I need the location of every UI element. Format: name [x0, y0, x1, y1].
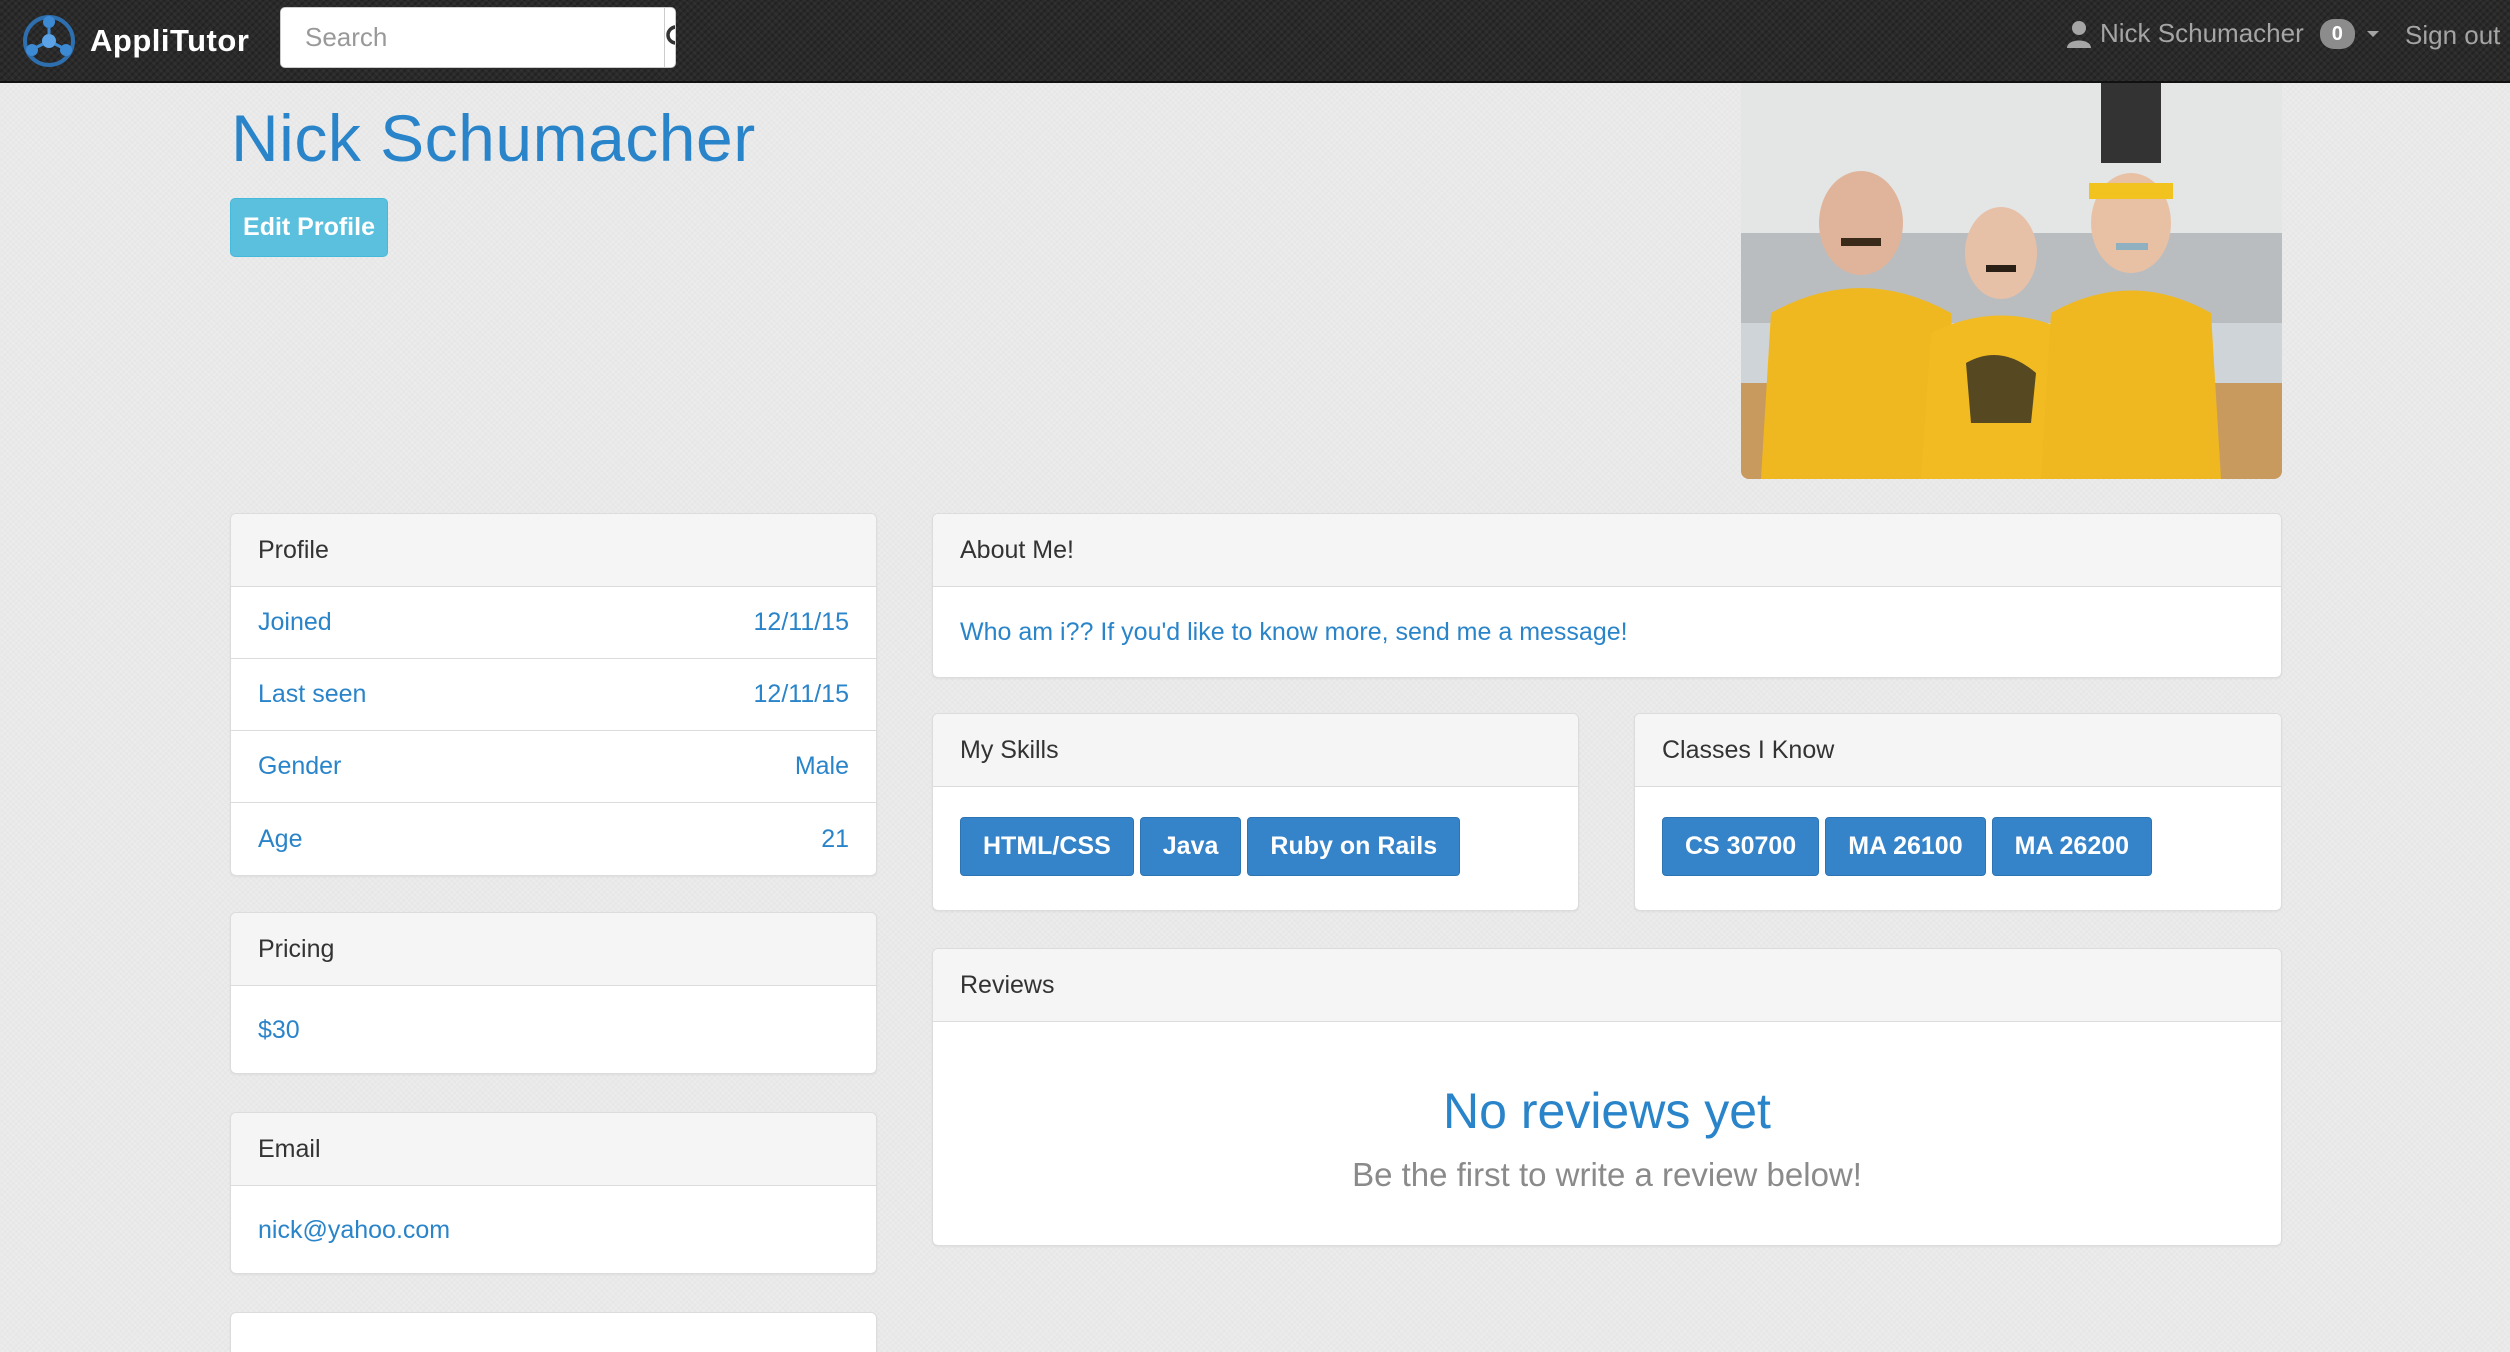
user-name: Nick Schumacher — [2100, 18, 2304, 48]
brand[interactable]: AppliTutor — [20, 12, 249, 70]
profile-row-joined: Joined 12/11/15 — [231, 587, 876, 659]
pricing-panel: Pricing $30 — [230, 912, 877, 1074]
profile-row-last-seen: Last seen 12/11/15 — [231, 659, 876, 731]
about-text: Who am i?? If you'd like to know more, s… — [960, 617, 1628, 646]
reviews-empty-subtitle: Be the first to write a review below! — [1352, 1156, 1862, 1193]
reviews-empty-state: No reviews yet Be the first to write a r… — [933, 1022, 2281, 1194]
chevron-down-icon — [2366, 30, 2379, 37]
row-label: Gender — [258, 752, 342, 780]
brand-name: AppliTutor — [90, 23, 250, 58]
pricing-panel-heading: Pricing — [231, 913, 876, 986]
profile-panel: Profile Joined 12/11/15 Last seen 12/11/… — [230, 513, 877, 876]
classes-panel: Classes I Know CS 30700 MA 26100 MA 2620… — [1634, 713, 2282, 911]
class-tag[interactable]: CS 30700 — [1662, 817, 1820, 876]
row-label: Age — [258, 824, 303, 853]
top-navbar: AppliTutor Nick Schumacher 0 Sign out — [0, 0, 2510, 83]
page-title: Nick Schumacher — [231, 101, 756, 175]
skill-tag[interactable]: Ruby on Rails — [1247, 817, 1461, 876]
search-form — [280, 7, 676, 68]
pricing-value: $30 — [258, 1015, 300, 1044]
about-panel: About Me! Who am i?? If you'd like to kn… — [932, 513, 2282, 678]
search-button[interactable] — [664, 8, 675, 67]
classes-list: CS 30700 MA 26100 MA 26200 — [1635, 787, 2281, 906]
profile-row-age: Age 21 — [231, 803, 876, 875]
skill-tag[interactable]: Java — [1139, 817, 1242, 876]
skills-panel: My Skills HTML/CSS Java Ruby on Rails — [932, 713, 1579, 911]
sign-out-link[interactable]: Sign out — [2405, 20, 2500, 51]
next-panel — [230, 1312, 877, 1352]
row-label: Joined — [258, 608, 332, 636]
classes-panel-heading: Classes I Know — [1635, 714, 2281, 787]
reviews-panel: Reviews No reviews yet Be the first to w… — [932, 948, 2282, 1246]
email-panel-heading: Email — [231, 1113, 876, 1186]
skill-tag[interactable]: HTML/CSS — [960, 817, 1134, 876]
row-value: 12/11/15 — [753, 608, 849, 636]
edit-profile-button[interactable]: Edit Profile — [230, 198, 388, 257]
class-tag[interactable]: MA 26100 — [1825, 817, 1986, 876]
skills-panel-heading: My Skills — [933, 714, 1578, 787]
user-menu[interactable]: Nick Schumacher 0 — [2066, 18, 2379, 49]
class-tag[interactable]: MA 26200 — [1991, 817, 2153, 876]
row-value: Male — [794, 752, 849, 780]
row-value: 21 — [821, 824, 849, 853]
email-value[interactable]: nick@yahoo.com — [231, 1186, 876, 1273]
profile-panel-heading: Profile — [231, 514, 876, 587]
search-icon — [666, 24, 675, 45]
profile-photo — [1741, 83, 2282, 479]
user-icon — [2067, 20, 2091, 48]
reviews-empty-title: No reviews yet — [1443, 1083, 1771, 1139]
search-input[interactable] — [281, 8, 664, 67]
row-value: 12/11/15 — [753, 680, 849, 708]
profile-row-gender: Gender Male — [231, 731, 876, 803]
logo-icon — [23, 15, 75, 67]
notification-badge: 0 — [2319, 18, 2355, 49]
email-panel: Email nick@yahoo.com — [230, 1112, 877, 1274]
about-panel-heading: About Me! — [933, 514, 2281, 587]
reviews-panel-heading: Reviews — [933, 949, 2281, 1022]
row-label: Last seen — [258, 680, 367, 708]
skills-list: HTML/CSS Java Ruby on Rails — [933, 787, 1578, 906]
